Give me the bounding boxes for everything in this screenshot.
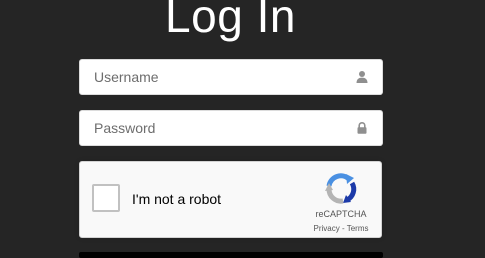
username-input[interactable] — [80, 60, 382, 94]
recaptcha-checkbox[interactable] — [92, 184, 120, 212]
link-separator: - — [339, 224, 347, 233]
recaptcha-links: Privacy - Terms — [306, 224, 376, 233]
username-field[interactable] — [79, 59, 383, 95]
lock-icon — [357, 121, 367, 134]
password-field[interactable] — [79, 110, 383, 146]
password-input[interactable] — [80, 111, 382, 145]
privacy-link[interactable]: Privacy — [314, 224, 340, 233]
recaptcha-label: I'm not a robot — [132, 191, 222, 207]
recaptcha-logo-icon — [325, 173, 357, 204]
recaptcha-brand: reCAPTCHA — [315, 209, 367, 219]
recaptcha-widget: I'm not a robot reCAPTCHA Privacy - Term… — [79, 161, 382, 238]
login-button[interactable] — [79, 252, 383, 258]
user-icon — [356, 71, 368, 83]
terms-link[interactable]: Terms — [347, 224, 369, 233]
page-title: Log In — [165, 0, 296, 42]
